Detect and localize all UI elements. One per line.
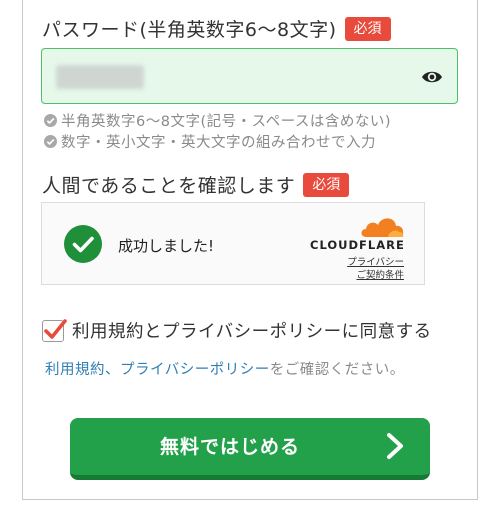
hint-item: 数字・英小文字・英大文字の組み合わせで入力: [44, 131, 391, 152]
form-frame-right-border: [477, 0, 478, 500]
privacy-policy-link[interactable]: プライバシーポリシー: [120, 362, 270, 378]
success-check-icon: [64, 225, 102, 263]
policy-notice: 利用規約、プライバシーポリシーをご確認ください。: [45, 358, 405, 379]
link-separator: 、: [105, 362, 120, 378]
checkmark-icon: [44, 318, 67, 339]
show-password-eye-icon[interactable]: [421, 66, 443, 88]
captcha-status-text: 成功しました!: [118, 237, 215, 255]
start-free-button-label: 無料ではじめる: [159, 436, 300, 458]
form-frame-bottom-border: [22, 499, 478, 500]
agree-terms-checkbox-row[interactable]: 利用規約とプライバシーポリシーに同意する: [42, 318, 432, 343]
required-badge: 必須: [303, 172, 350, 197]
policy-notice-suffix: をご確認ください。: [269, 362, 405, 378]
human-check-label: 人間であることを確認します: [42, 175, 296, 197]
form-frame-left-border: [22, 0, 23, 500]
cloudflare-terms-link[interactable]: ご契約条件: [356, 267, 404, 281]
hint-item: 半角英数字6〜8文字(記号・スペースは含めない): [44, 110, 391, 131]
agree-terms-checkbox[interactable]: [42, 318, 67, 342]
hint-text: 数字・英小文字・英大文字の組み合わせで入力: [61, 135, 376, 151]
cloudflare-privacy-link[interactable]: プライバシー: [347, 254, 404, 268]
check-circle-icon: [44, 135, 57, 148]
password-input[interactable]: [41, 48, 458, 104]
agree-terms-label: 利用規約とプライバシーポリシーに同意する: [72, 322, 432, 342]
required-badge: 必須: [344, 16, 391, 41]
masked-password-value: [56, 65, 144, 89]
password-label-row: パスワード(半角英数字6〜8文字) 必須: [42, 15, 391, 42]
cloudflare-wordmark: CLOUDFLARE: [310, 238, 405, 252]
cloudflare-turnstile-widget: 成功しました! CLOUDFLARE プライバシー ご契約条件: [41, 202, 425, 285]
password-label: パスワード(半角英数字6〜8文字): [42, 19, 337, 41]
start-free-button[interactable]: 無料ではじめる: [70, 418, 430, 480]
hint-text: 半角英数字6〜8文字(記号・スペースは含めない): [61, 114, 392, 130]
chevron-right-icon: [387, 433, 403, 459]
check-circle-icon: [44, 114, 57, 127]
terms-of-use-link[interactable]: 利用規約: [45, 362, 105, 378]
cloudflare-cloud-icon: [361, 218, 404, 237]
password-hints: 半角英数字6〜8文字(記号・スペースは含めない) 数字・英小文字・英大文字の組み…: [44, 110, 391, 152]
human-check-label-row: 人間であることを確認します 必須: [42, 171, 350, 198]
